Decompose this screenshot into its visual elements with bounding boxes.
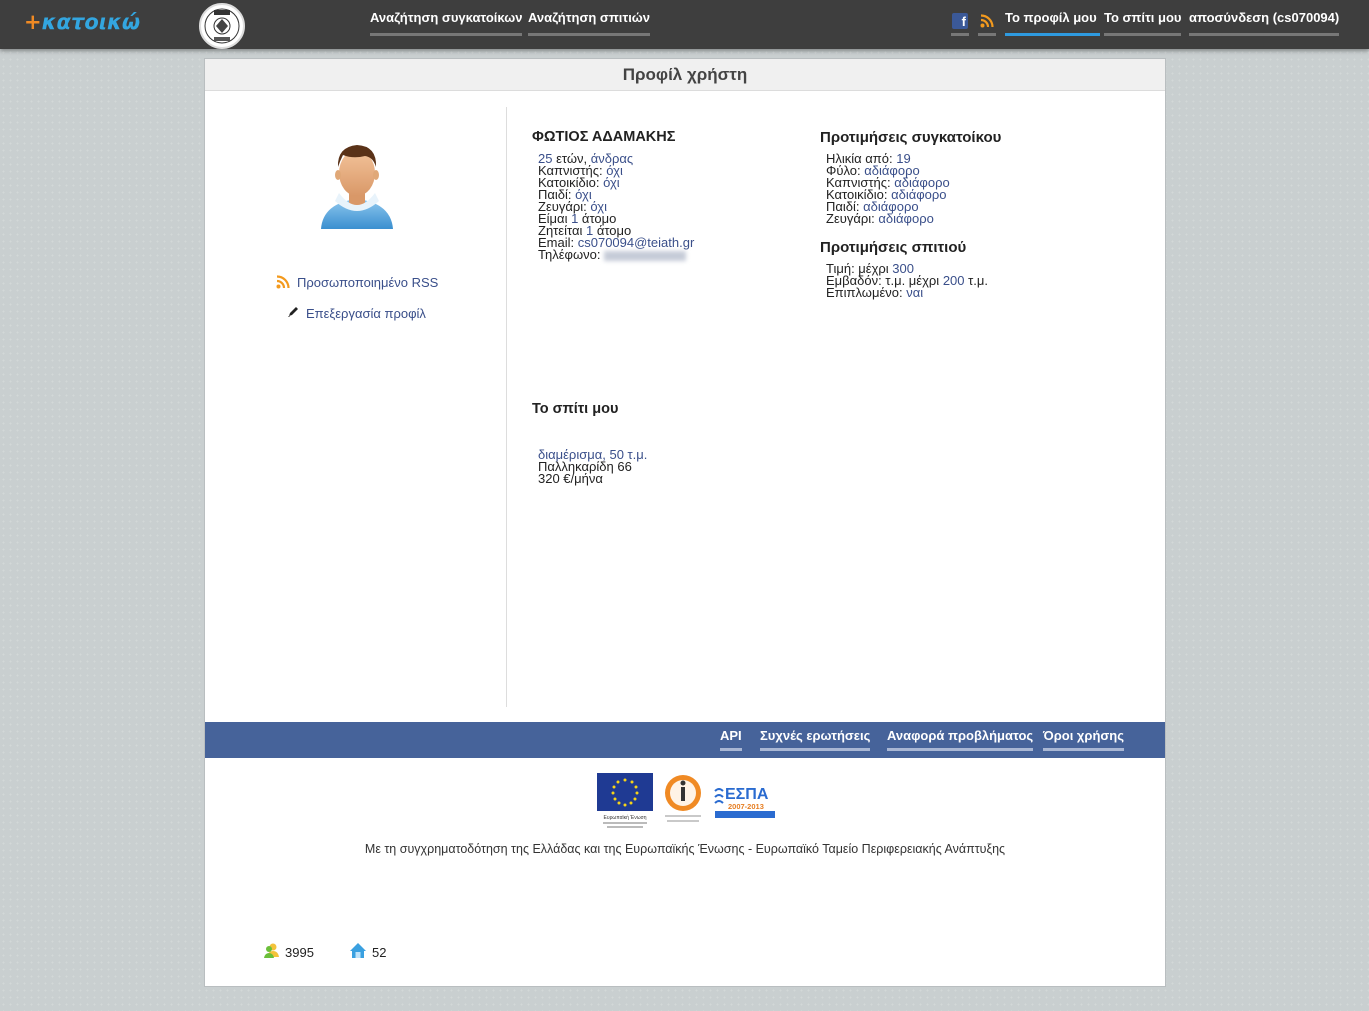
funding-text: Με τη συγχρηματοδότηση της Ελλάδας και τ… — [364, 842, 1006, 856]
pencil-icon — [287, 305, 300, 321]
user-name: ΦΩΤΙΟΣ ΑΔΑΜΑΚΗΣ — [532, 129, 676, 145]
nav-my-profile[interactable]: Το προφίλ μου — [1005, 10, 1100, 36]
pref-couple-line: Ζευγάρι: αδιάφορο — [826, 211, 934, 226]
eu-caption: Ευρωπαϊκή Ένωση — [604, 814, 647, 821]
pref-furnished-line: Επιπλωμένο: ναι — [826, 285, 924, 300]
phone-line: Τηλέφωνο: — [538, 248, 694, 261]
footer-terms-link[interactable]: Όροι χρήσης — [1043, 728, 1124, 751]
university-seal-logo — [199, 3, 245, 49]
users-icon — [263, 942, 280, 962]
rss-icon[interactable] — [978, 11, 996, 36]
houses-stat: 52 — [349, 942, 386, 962]
facebook-icon[interactable]: f — [951, 11, 969, 36]
avatar — [313, 137, 401, 237]
nav-my-house[interactable]: Το σπίτι μου — [1104, 10, 1182, 36]
profile-panel: Προφίλ χρήστη Προσωποποιημένο RSS Επεξερ… — [204, 58, 1166, 987]
nav-logout[interactable]: αποσύνδεση (cs070094) — [1189, 10, 1340, 36]
espa-years: 2007-2013 — [728, 802, 764, 811]
blurred-phone — [604, 250, 687, 261]
users-count: 3995 — [285, 944, 314, 960]
house-prefs: Τιμή: μέχρι 300 Εμβαδόν: τ.μ. μέχρι 200 … — [826, 262, 988, 300]
users-stat: 3995 — [263, 942, 314, 962]
page-title: Προφίλ χρήστη — [205, 59, 1165, 91]
rss-icon — [275, 274, 291, 290]
personal-rss-label: Προσωποποιημένο RSS — [297, 274, 439, 290]
logo-text: κατοικώ — [41, 10, 141, 34]
column-divider — [506, 107, 507, 707]
my-house-info: διαμέρισμα, 50 τ.μ. Παλληκαρίδη 66 320 €… — [538, 448, 647, 486]
house-icon — [349, 942, 367, 962]
user-details: 25 ετών, άνδρας Καπνιστής: όχι Κατοικίδι… — [538, 152, 694, 261]
footer-faq-link[interactable]: Συχνές ερωτήσεις — [760, 728, 871, 751]
footer-bar: API Συχνές ερωτήσεις Αναφορά προβλήματος… — [205, 722, 1165, 758]
nav-search-houses[interactable]: Αναζήτηση σπιτιών — [528, 10, 651, 36]
logo-plus: + — [24, 10, 42, 34]
funding-logos: Ευρωπαϊκή Ένωση ΕΣΠΑ 2007-2013 — [597, 771, 777, 829]
personal-rss-link[interactable]: Προσωποποιημένο RSS — [275, 274, 438, 290]
nav-search-roommates[interactable]: Αναζήτηση συγκατοίκων — [370, 10, 523, 36]
my-house-title: Το σπίτι μου — [532, 401, 619, 417]
houses-count: 52 — [372, 944, 387, 960]
roommate-prefs-title: Προτιμήσεις συγκατοίκου — [820, 129, 1002, 146]
roommate-prefs: Ηλικία από: 19 Φύλο: αδιάφορο Καπνιστής:… — [826, 152, 950, 226]
edit-profile-link[interactable]: Επεξεργασία προφίλ — [287, 305, 426, 321]
house-rent: 320 €/μήνα — [538, 471, 603, 486]
footer-report-link[interactable]: Αναφορά προβλήματος — [887, 728, 1034, 751]
house-prefs-title: Προτιμήσεις σπιτιού — [820, 239, 967, 256]
footer-api-link[interactable]: API — [720, 728, 742, 751]
top-navbar: +κατοικώ Αναζήτηση συγκατοίκων Αναζήτηση… — [0, 0, 1369, 49]
espa-logo-text: ΕΣΠΑ — [725, 786, 769, 803]
edit-profile-label: Επεξεργασία προφίλ — [306, 305, 426, 321]
site-logo[interactable]: +κατοικώ — [24, 10, 140, 34]
